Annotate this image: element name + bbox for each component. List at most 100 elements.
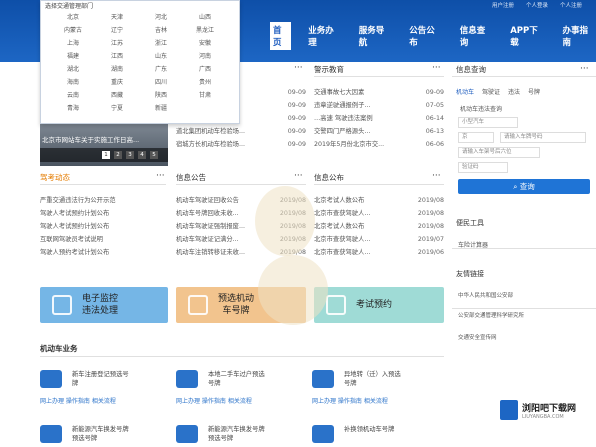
business-item[interactable]: 新能源汽车换发号牌 预选号牌: [40, 425, 170, 447]
province-option[interactable]: 浙江: [139, 39, 183, 49]
more-link[interactable]: ···: [432, 172, 441, 181]
province-option[interactable]: 重庆: [95, 78, 139, 88]
more-link[interactable]: ···: [294, 172, 303, 181]
link-item[interactable]: 中华人民共和国公安部: [458, 291, 596, 299]
list-item[interactable]: 驾驶人预约考试计划公布: [40, 246, 166, 259]
item-date: 2019/08: [417, 197, 444, 204]
province-option[interactable]: 青海: [51, 104, 95, 114]
list-item[interactable]: 北京考试人数公布 2019/08: [314, 194, 444, 207]
list-item[interactable]: 北京市查获驾驶人... 2019/07: [314, 233, 444, 246]
tab-violation[interactable]: 违法: [508, 87, 520, 96]
province-option[interactable]: 江西: [95, 52, 139, 62]
tab-license[interactable]: 驾驶证: [482, 87, 500, 96]
list-item[interactable]: 驾驶人考试预约计划公布: [40, 220, 166, 233]
list-item[interactable]: 北京市查获驾驶人... 2019/08: [314, 207, 444, 220]
list-item[interactable]: 违章逆驶通报例子… 07-05: [314, 99, 444, 112]
nav-guide[interactable]: 办事指南: [560, 22, 596, 50]
province-option[interactable]: 云南: [51, 91, 95, 101]
province-option[interactable]: 陕西: [139, 91, 183, 101]
exam-reserve-button[interactable]: 考试预约: [314, 287, 444, 323]
list-item[interactable]: 驾驶人考试预约计划公布: [40, 207, 166, 220]
province-option[interactable]: 北京: [51, 13, 95, 23]
province-option[interactable]: 广西: [183, 65, 227, 75]
province-select[interactable]: 京: [458, 132, 494, 143]
list-item[interactable]: 2019年5月份北京市交... 06-06: [314, 138, 444, 151]
province-option[interactable]: 湖北: [51, 65, 95, 75]
list-item[interactable]: 交通事故七大因素 09-09: [314, 86, 444, 99]
notice-title: 信息公告: [176, 173, 206, 182]
slider-page[interactable]: 3: [126, 151, 134, 159]
business-item[interactable]: 补换领机动车号牌: [312, 425, 442, 447]
nav-app[interactable]: APP下载: [507, 22, 545, 50]
vehicle-type-select[interactable]: 小型汽车: [458, 117, 518, 128]
slider-page[interactable]: 2: [114, 151, 122, 159]
business-links[interactable]: 网上办理 操作指南 相关流程: [312, 396, 388, 405]
tab-plate[interactable]: 号牌: [528, 87, 540, 96]
province-option[interactable]: 辽宁: [95, 26, 139, 36]
province-option[interactable]: 四川: [139, 78, 183, 88]
province-option[interactable]: 江苏: [95, 39, 139, 49]
personal-register-link[interactable]: 个人注册: [560, 1, 582, 9]
list-item[interactable]: …高速 驾驶违法案例 06-14: [314, 112, 444, 125]
nav-notice[interactable]: 公告公布: [406, 22, 442, 50]
province-option[interactable]: 上海: [51, 39, 95, 49]
province-option[interactable]: 贵州: [183, 78, 227, 88]
province-option[interactable]: 黑龙江: [183, 26, 227, 36]
business-links[interactable]: 网上办理 操作指南 相关流程: [176, 396, 252, 405]
province-option[interactable]: 宁夏: [95, 104, 139, 114]
province-option[interactable]: 内蒙古: [51, 26, 95, 36]
list-item[interactable]: 北京市查获驾驶人... 2019/06: [314, 246, 444, 259]
business-item[interactable]: 新能源汽车换发号牌 预选号牌: [176, 425, 306, 447]
tab-vehicle[interactable]: 机动车: [456, 87, 474, 96]
business-links[interactable]: 网上办理 操作指南 相关流程: [40, 396, 116, 405]
business-item[interactable]: 异地转（迁）入预选 号牌 网上办理 操作指南 相关流程: [312, 370, 442, 410]
province-option[interactable]: 湖南: [95, 65, 139, 75]
label-line: 号牌: [344, 380, 357, 387]
province-option[interactable]: 河北: [139, 13, 183, 23]
nav-business[interactable]: 业务办理: [305, 22, 341, 50]
province-option[interactable]: 甘肃: [183, 91, 227, 101]
province-option[interactable]: 福建: [51, 52, 95, 62]
business-item[interactable]: 本地二手车过户预选 号牌 网上办理 操作指南 相关流程: [176, 370, 306, 410]
slider-page[interactable]: 4: [138, 151, 146, 159]
login-link[interactable]: 个人登录: [526, 1, 548, 9]
captcha-input[interactable]: 验证码: [458, 162, 508, 173]
province-option[interactable]: 河南: [183, 52, 227, 62]
more-link[interactable]: ···: [156, 172, 165, 181]
vin-input[interactable]: 请输入车架号后六位: [458, 147, 540, 158]
link-item[interactable]: 交通安全宣传网: [458, 333, 596, 341]
more-link[interactable]: ···: [294, 64, 303, 73]
link-item[interactable]: 公安部交通管理科学研究所: [458, 311, 596, 319]
slider-page[interactable]: 1: [102, 151, 110, 159]
list-item[interactable]: 宿城方长机动车检验场... 09-09: [176, 138, 306, 151]
list-item[interactable]: 道北集团机动车检验场... 09-09: [176, 125, 306, 138]
item-title: 宿城方长机动车检验场...: [176, 141, 245, 148]
slider-page[interactable]: 5: [150, 151, 158, 159]
more-link[interactable]: ···: [580, 65, 589, 74]
query-button[interactable]: ⌕ 查询: [458, 179, 590, 194]
business-item[interactable]: 新车注册登记预选号牌网上办理 操作指南 相关流程: [40, 370, 170, 410]
province-option[interactable]: 海南: [51, 78, 95, 88]
province-option[interactable]: 山西: [183, 13, 227, 23]
province-option[interactable]: 新疆: [139, 104, 183, 114]
nav-service[interactable]: 服务导航: [356, 22, 392, 50]
nav-home[interactable]: 首页: [270, 22, 292, 50]
province-option[interactable]: 西藏: [95, 91, 139, 101]
list-item[interactable]: 交警四门严格源头… 06-13: [314, 125, 444, 138]
car-icon: [312, 425, 334, 443]
register-link[interactable]: 用户注册: [492, 1, 514, 9]
plate-input[interactable]: 请输入车牌号码: [500, 132, 586, 143]
business-title: 机动车业务: [40, 344, 78, 353]
list-item[interactable]: 北京考试人数公布 2019/08: [314, 220, 444, 233]
list-item[interactable]: 严重交通违法行为公开示范: [40, 194, 166, 207]
item-title: 驾驶人考试预约计划公布: [40, 210, 110, 217]
province-option[interactable]: 山东: [139, 52, 183, 62]
province-option[interactable]: 吉林: [139, 26, 183, 36]
nav-query[interactable]: 信息查询: [457, 22, 493, 50]
province-option[interactable]: 天津: [95, 13, 139, 23]
province-option[interactable]: 广东: [139, 65, 183, 75]
province-option[interactable]: 安徽: [183, 39, 227, 49]
list-item[interactable]: 互联网驾驶员考试说明: [40, 233, 166, 246]
more-link[interactable]: ···: [432, 64, 441, 73]
e-monitor-button[interactable]: 电子监控 违法处理: [40, 287, 168, 323]
